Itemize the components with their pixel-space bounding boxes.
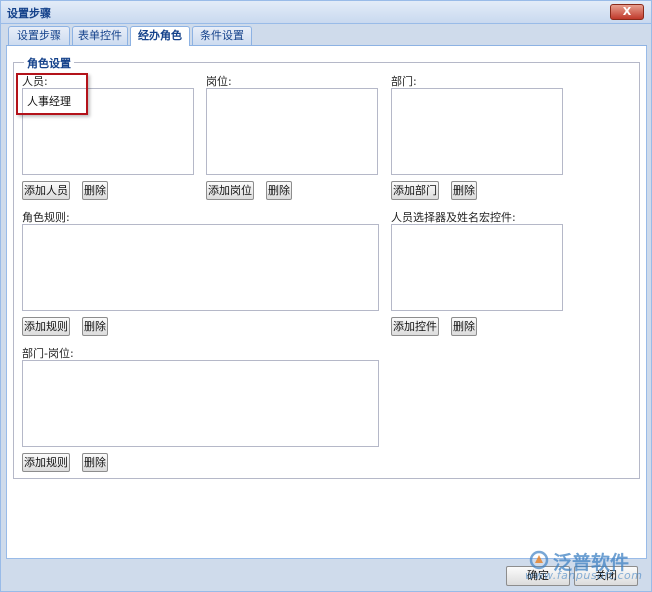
tab-condition-settings[interactable]: 条件设置 (192, 26, 252, 45)
add-department-button[interactable]: 添加部门 (391, 181, 439, 200)
brand-logo-icon (529, 550, 549, 570)
title-bar[interactable]: 设置步骤 X (1, 1, 651, 24)
tab-strip: 设置步骤 表单控件 经办角色 条件设置 (6, 25, 647, 46)
position-label: 岗位: (206, 75, 232, 88)
delete-personnel-button[interactable]: 删除 (82, 181, 108, 200)
watermark-url: www.fanpusoft.com (525, 569, 643, 582)
department-label: 部门: (391, 75, 417, 88)
delete-control-button[interactable]: 删除 (451, 317, 477, 336)
add-dept-position-rule-button[interactable]: 添加规则 (22, 453, 70, 472)
delete-department-button[interactable]: 删除 (451, 181, 477, 200)
delete-dept-position-rule-button[interactable]: 删除 (82, 453, 108, 472)
position-list[interactable] (206, 88, 378, 175)
role-settings-group: 角色设置 人员: 人事经理 添加人员 删除 岗位: 添加岗位 删除 部门: 添加… (13, 55, 640, 479)
role-rules-label: 角色规则: (22, 211, 70, 224)
delete-position-button[interactable]: 删除 (266, 181, 292, 200)
dept-position-list[interactable] (22, 360, 379, 447)
tab-handling-role[interactable]: 经办角色 (130, 26, 190, 46)
dialog-title: 设置步骤 (7, 7, 51, 20)
add-position-button[interactable]: 添加岗位 (206, 181, 254, 200)
tab-content: 角色设置 人员: 人事经理 添加人员 删除 岗位: 添加岗位 删除 部门: 添加… (6, 46, 647, 559)
tab-setup-steps[interactable]: 设置步骤 (8, 26, 70, 45)
dialog-window: 设置步骤 X 设置步骤 表单控件 经办角色 条件设置 角色设置 人员: 人事经理… (0, 0, 652, 592)
highlight-box (16, 73, 88, 115)
selector-controls-label: 人员选择器及姓名宏控件: (391, 211, 516, 224)
selector-controls-list[interactable] (391, 224, 563, 311)
tab-form-controls[interactable]: 表单控件 (72, 26, 128, 45)
add-rule-button[interactable]: 添加规则 (22, 317, 70, 336)
delete-rule-button[interactable]: 删除 (82, 317, 108, 336)
add-control-button[interactable]: 添加控件 (391, 317, 439, 336)
role-settings-legend: 角色设置 (24, 55, 74, 71)
watermark: 泛普软件 www.fanpusoft.com (523, 546, 647, 586)
department-list[interactable] (391, 88, 563, 175)
close-window-button[interactable]: X (610, 4, 644, 20)
role-rules-list[interactable] (22, 224, 379, 311)
dept-position-label: 部门-岗位: (22, 347, 74, 360)
add-personnel-button[interactable]: 添加人员 (22, 181, 70, 200)
